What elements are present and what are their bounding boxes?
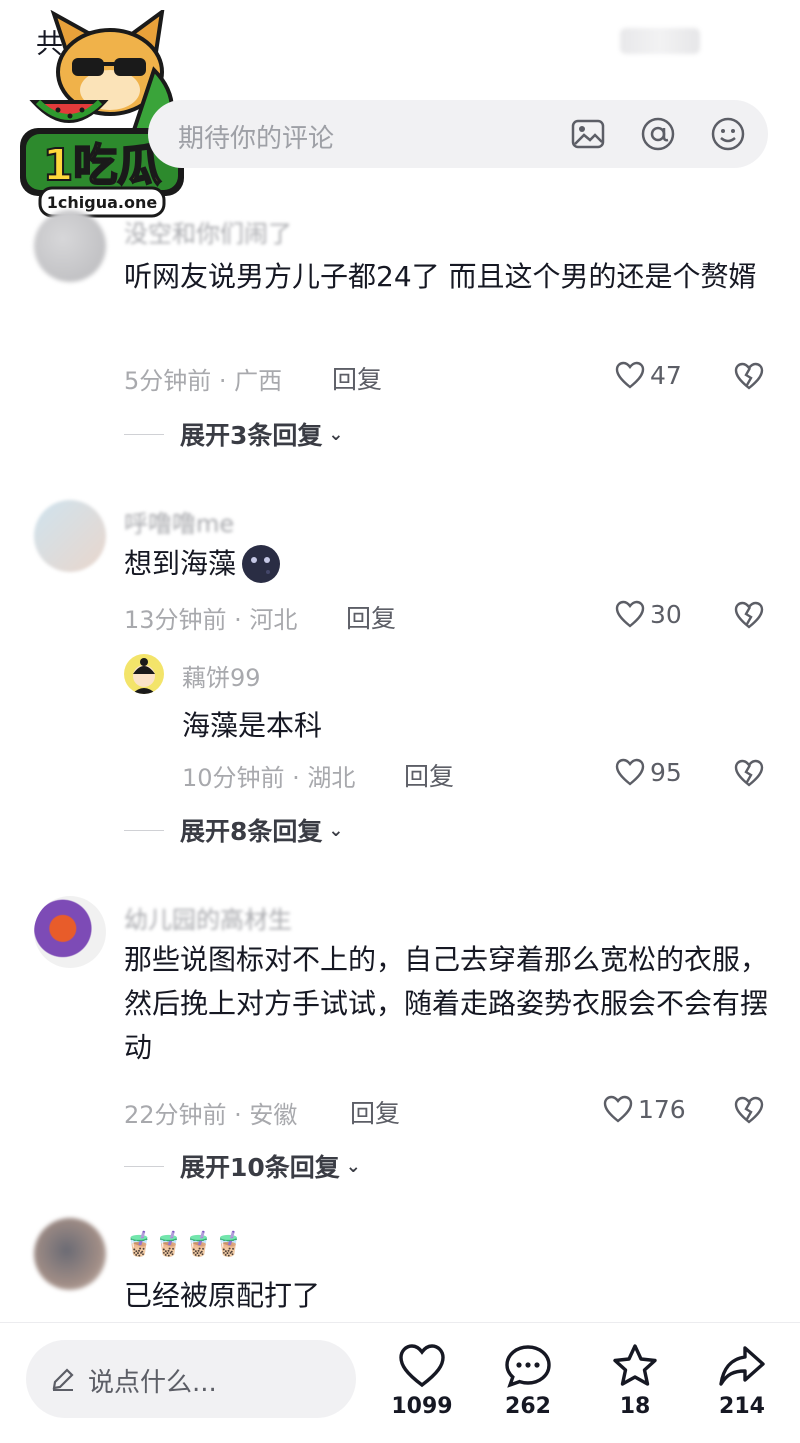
favorite-action-button[interactable]: 18 xyxy=(595,1342,675,1419)
heart-icon xyxy=(615,600,645,628)
share-count: 214 xyxy=(719,1394,765,1419)
expand-replies-button[interactable]: 展开10条回复 ⌄ xyxy=(124,1148,361,1184)
like-count: 95 xyxy=(650,757,682,787)
emoji-icon[interactable] xyxy=(710,116,746,152)
dislike-icon[interactable] xyxy=(733,758,765,788)
share-action-button[interactable]: 214 xyxy=(702,1342,782,1419)
avatar[interactable] xyxy=(34,500,106,572)
like-button[interactable]: 47 xyxy=(614,360,682,390)
share-icon xyxy=(719,1346,765,1386)
pencil-icon xyxy=(52,1368,74,1391)
like-button[interactable]: 176 xyxy=(602,1094,686,1124)
heart-icon xyxy=(615,361,645,389)
comment-text: 已经被原配打了 xyxy=(124,1279,321,1312)
comment-time-location: 5分钟前 · 广西 xyxy=(124,367,283,395)
svg-text:1chigua.one: 1chigua.one xyxy=(47,193,158,212)
reply-button[interactable]: 回复 xyxy=(350,1094,400,1130)
like-button[interactable]: 30 xyxy=(614,599,682,629)
avatar[interactable] xyxy=(34,210,106,282)
heart-icon xyxy=(399,1344,445,1388)
expand-replies-label: 展开3条回复 xyxy=(180,421,323,450)
expand-replies-button[interactable]: 展开8条回复 ⌄ xyxy=(124,812,344,848)
comment-username[interactable]: 没空和你们闹了 xyxy=(124,214,292,249)
expand-replies-button[interactable]: 展开3条回复 ⌄ xyxy=(124,416,344,452)
dislike-icon[interactable] xyxy=(733,1095,765,1125)
dislike-icon[interactable] xyxy=(733,361,765,391)
comment-count: 262 xyxy=(505,1394,551,1419)
reply-time-location: 10分钟前 · 湖北 xyxy=(182,764,356,792)
avatar[interactable] xyxy=(34,896,106,968)
like-count: 30 xyxy=(650,599,682,629)
avatar-illustration xyxy=(132,658,156,694)
header-right-control[interactable] xyxy=(620,28,700,54)
say-something-placeholder: 说点什么... xyxy=(88,1368,217,1398)
reply-button[interactable]: 回复 xyxy=(404,757,454,793)
comment-time-location: 22分钟前 · 安徽 xyxy=(124,1101,298,1129)
comment-username[interactable]: 呼噜噜me xyxy=(124,504,234,539)
like-count: 176 xyxy=(638,1094,686,1124)
comment-time-location: 13分钟前 · 河北 xyxy=(124,606,298,634)
comment-input[interactable]: 期待你的评论 xyxy=(148,100,768,168)
avatar[interactable] xyxy=(34,1218,106,1290)
svg-text:1吃瓜: 1吃瓜 xyxy=(43,140,162,191)
divider xyxy=(124,829,164,831)
comment-username[interactable]: 🧋🧋🧋🧋 xyxy=(124,1230,244,1258)
reply-text: 海藻是本科 xyxy=(182,709,323,742)
image-icon[interactable] xyxy=(570,116,606,152)
reply-username[interactable]: 藕饼99 xyxy=(182,658,261,693)
chevron-down-icon: ⌄ xyxy=(345,1155,361,1177)
mention-icon[interactable] xyxy=(640,116,676,152)
comment-username[interactable]: 幼儿园的高材生 xyxy=(124,900,292,935)
comment-text-content: 想到海藻 xyxy=(124,547,237,580)
star-icon xyxy=(613,1344,657,1386)
expand-replies-label: 展开10条回复 xyxy=(180,1153,340,1182)
divider xyxy=(124,1165,164,1167)
comment-bubble-icon xyxy=(505,1345,551,1388)
chevron-down-icon: ⌄ xyxy=(328,423,344,445)
comment-input-placeholder: 期待你的评论 xyxy=(178,124,335,154)
reply-button[interactable]: 回复 xyxy=(346,599,396,635)
like-count: 1099 xyxy=(391,1394,453,1419)
avatar[interactable] xyxy=(124,654,164,694)
like-button[interactable]: 95 xyxy=(614,757,682,787)
comment-action-button[interactable]: 262 xyxy=(488,1342,568,1419)
favorite-count: 18 xyxy=(619,1394,651,1419)
comment-text: 那些说图标对不上的，自己去穿着那么宽松的衣服，然后挽上对方手试试，随着走路姿势衣… xyxy=(124,943,769,1064)
like-action-button[interactable]: 1099 xyxy=(382,1342,462,1419)
heart-icon xyxy=(615,758,645,786)
heart-icon xyxy=(603,1095,633,1123)
comment-text: 听网友说男方儿子都24了 而且这个男的还是个赘婿 xyxy=(124,260,757,293)
like-count: 47 xyxy=(650,360,682,390)
divider xyxy=(0,1322,800,1323)
expand-replies-label: 展开8条回复 xyxy=(180,817,323,846)
reply-button[interactable]: 回复 xyxy=(332,360,382,396)
say-something-input[interactable]: 说点什么... xyxy=(26,1340,356,1418)
dislike-icon[interactable] xyxy=(733,600,765,630)
divider xyxy=(124,433,164,435)
comment-text: 想到海藻 xyxy=(124,542,774,586)
moon-emoji-icon xyxy=(242,545,281,583)
chevron-down-icon: ⌄ xyxy=(328,819,344,841)
